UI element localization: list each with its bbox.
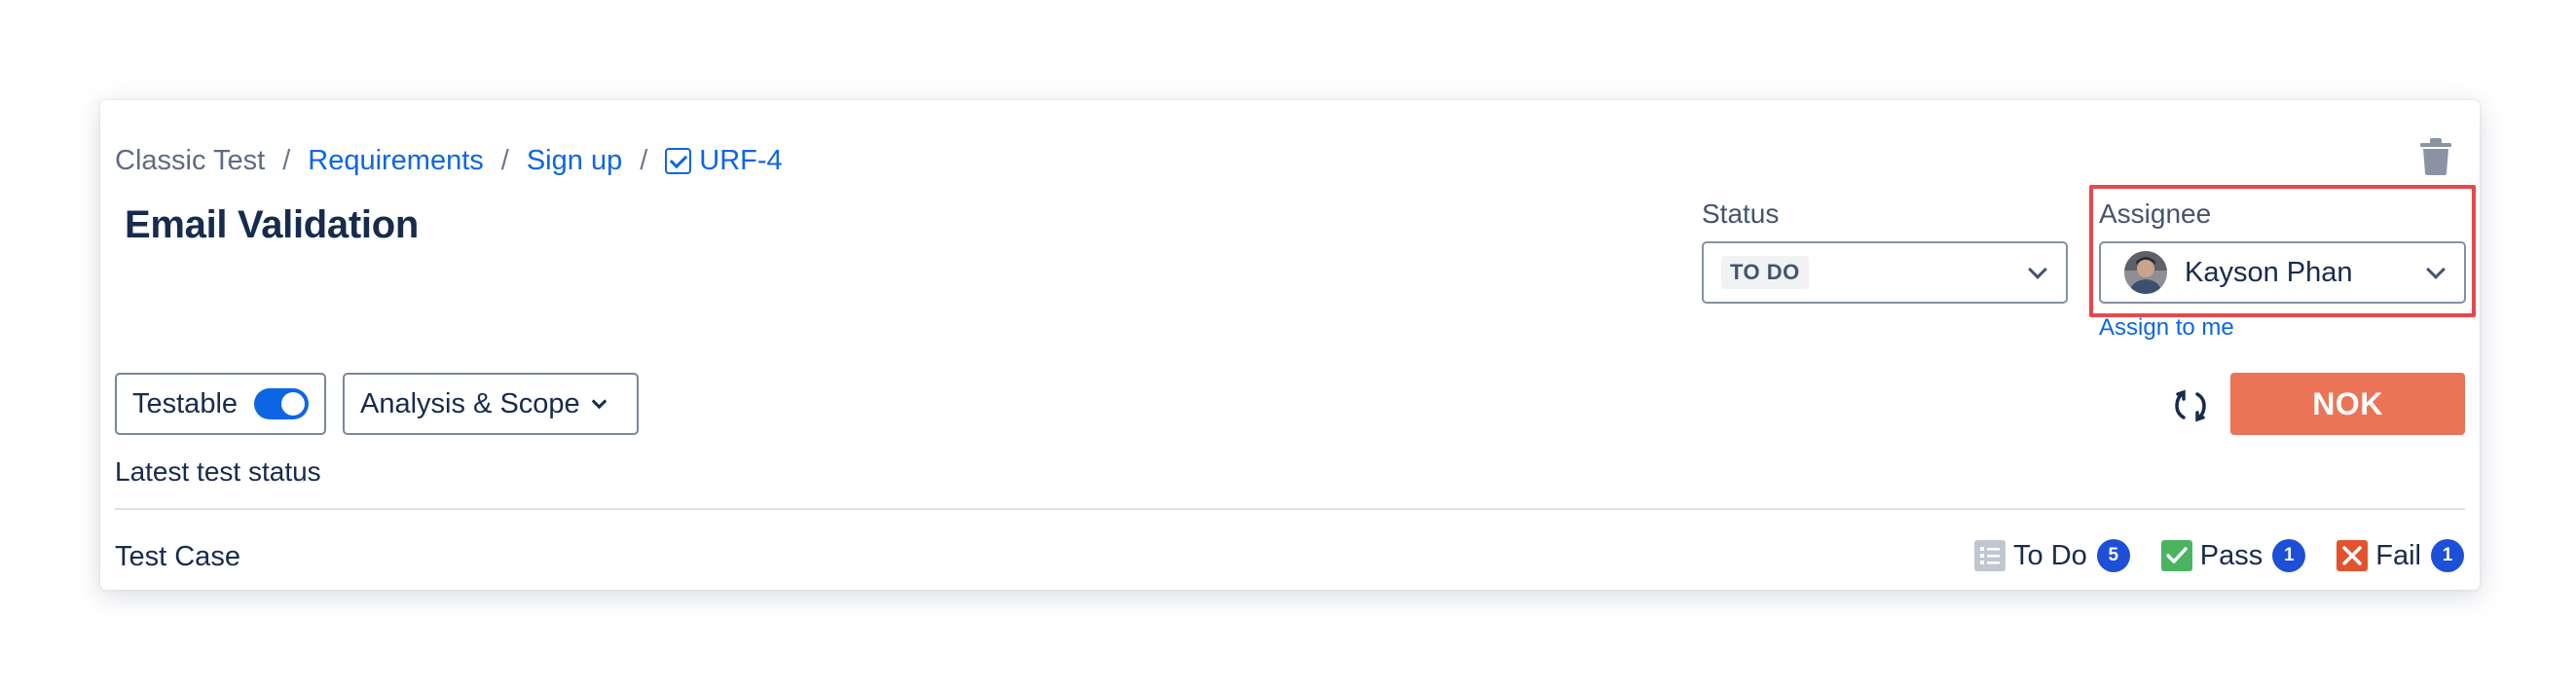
refresh-icon <box>2175 389 2206 422</box>
checkbox-icon <box>665 147 692 174</box>
latest-test-status-label: Latest test status <box>115 456 321 487</box>
breadcrumb-issue[interactable]: URF-4 <box>665 144 783 177</box>
count-todo[interactable]: To Do 5 <box>1974 539 2130 572</box>
breadcrumb: Classic Test / Requirements / Sign up / … <box>115 141 783 180</box>
status-label: Status <box>1702 199 1780 229</box>
test-case-label: Test Case <box>115 541 240 572</box>
assign-to-me-link[interactable]: Assign to me <box>2099 314 2234 342</box>
delete-button[interactable] <box>2417 137 2454 176</box>
status-lozenge: TO DO <box>1721 256 1809 289</box>
count-pass-label: Pass <box>2199 539 2263 571</box>
breadcrumb-separator: / <box>282 144 291 176</box>
count-pass[interactable]: Pass 1 <box>2160 539 2306 572</box>
test-case-counts: To Do 5 Pass 1 Fail 1 <box>1943 536 2464 575</box>
chevron-down-icon <box>591 393 607 410</box>
fail-x-icon <box>2337 540 2369 571</box>
nok-result-button[interactable]: NOK <box>2230 373 2465 435</box>
count-fail-label: Fail <box>2375 539 2421 571</box>
status-select[interactable]: TO DO <box>1702 241 2068 304</box>
breadcrumb-requirements[interactable]: Requirements <box>308 145 484 177</box>
assignee-label: Assignee <box>2099 199 2212 229</box>
issue-key: URF-4 <box>699 144 783 176</box>
trash-icon <box>2420 138 2451 175</box>
page-title: Email Validation <box>125 203 419 246</box>
pass-check-icon <box>2160 540 2192 571</box>
divider <box>115 508 2465 510</box>
chevron-down-icon <box>2426 260 2446 279</box>
count-todo-badge: 5 <box>2096 539 2130 572</box>
chevron-down-icon <box>2028 260 2047 279</box>
avatar <box>2124 251 2167 294</box>
todo-list-icon <box>1974 540 2006 571</box>
requirement-card: Classic Test / Requirements / Sign up / … <box>100 100 2480 590</box>
count-pass-badge: 1 <box>2272 539 2306 572</box>
analysis-scope-label: Analysis & Scope <box>360 387 580 419</box>
breadcrumb-sign-up[interactable]: Sign up <box>527 145 622 177</box>
testable-toggle[interactable] <box>254 388 309 419</box>
breadcrumb-separator: / <box>500 144 509 176</box>
count-fail[interactable]: Fail 1 <box>2337 539 2464 572</box>
assignee-name: Kayson Phan <box>2185 256 2353 288</box>
count-fail-badge: 1 <box>2431 539 2464 572</box>
breadcrumb-project[interactable]: Classic Test <box>115 145 265 177</box>
count-todo-label: To Do <box>2013 539 2087 571</box>
testable-label: Testable <box>132 387 239 419</box>
breadcrumb-separator: / <box>640 144 648 176</box>
assignee-select[interactable]: Kayson Phan <box>2099 241 2466 304</box>
analysis-scope-dropdown[interactable]: Analysis & Scope <box>343 373 639 435</box>
refresh-button[interactable] <box>2171 386 2210 425</box>
testable-toggle-control[interactable]: Testable <box>115 373 326 435</box>
